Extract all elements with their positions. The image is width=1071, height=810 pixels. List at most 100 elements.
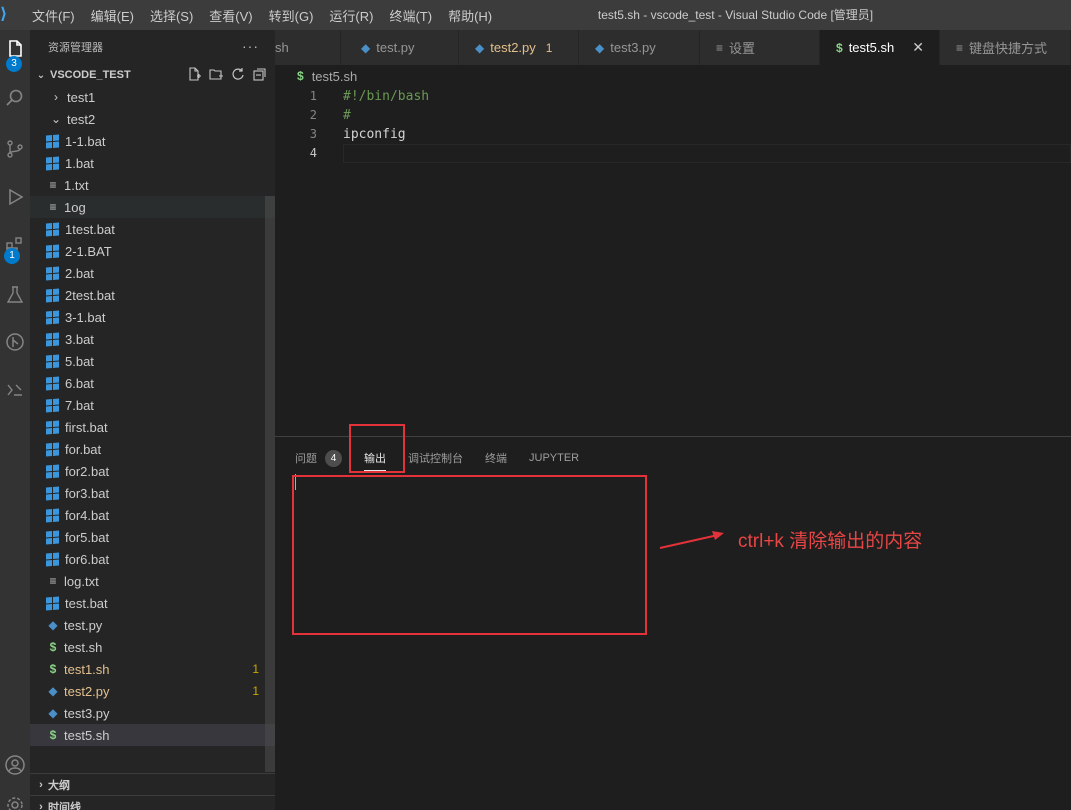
tab-terminal[interactable]: 终端	[485, 445, 507, 471]
collapse-all-icon[interactable]	[253, 67, 267, 81]
search-icon[interactable]	[0, 83, 30, 113]
settings-file-icon: ≡	[956, 40, 964, 55]
menu-run[interactable]: 运行(R)	[321, 6, 381, 25]
tree-file[interactable]: ◆ test2.py 1	[30, 680, 275, 702]
code-line: 2 #	[309, 108, 351, 123]
account-icon[interactable]	[0, 750, 30, 780]
tab-test-py[interactable]: ◆ test.py	[341, 30, 459, 65]
tree-file[interactable]: 1-1.bat	[30, 130, 275, 152]
tab-test2-py[interactable]: ◆ test2.py 1	[459, 30, 579, 65]
sidebar-scrollbar[interactable]	[265, 196, 275, 772]
windows-bat-icon	[46, 552, 59, 566]
tree-file[interactable]: ◆ test.py	[30, 614, 275, 636]
tree-file[interactable]: ◆ test3.py	[30, 702, 275, 724]
windows-bat-icon	[46, 376, 59, 390]
tree-file[interactable]: 6.bat	[30, 372, 275, 394]
tree-file[interactable]: ≡ 1.txt	[30, 174, 275, 196]
vscode-logo-icon: ⟩	[0, 6, 8, 23]
tree-file[interactable]: 7.bat	[30, 394, 275, 416]
tree-file[interactable]: $ test.sh	[30, 636, 275, 658]
new-folder-icon[interactable]	[209, 67, 223, 81]
tree-file[interactable]: 3.bat	[30, 328, 275, 350]
windows-bat-icon	[46, 508, 59, 522]
tree-file[interactable]: 5.bat	[30, 350, 275, 372]
tree-file[interactable]: test.bat	[30, 592, 275, 614]
refresh-icon[interactable]	[231, 67, 245, 81]
tab-test3-py[interactable]: ◆ test3.py	[579, 30, 700, 65]
menu-selection[interactable]: 选择(S)	[142, 6, 201, 25]
windows-bat-icon	[46, 244, 59, 258]
tree-file[interactable]: 2.bat	[30, 262, 275, 284]
highlight-output-tab-box	[349, 424, 405, 473]
chevron-right-icon: ›	[39, 800, 43, 810]
workspace-section-header[interactable]: ⌄ VSCODE_TEST	[30, 64, 275, 86]
tab-sh[interactable]: sh	[275, 30, 341, 65]
tree-file[interactable]: for5.bat	[30, 526, 275, 548]
git-graph-icon[interactable]	[0, 327, 30, 357]
tree-file[interactable]: 2-1.BAT	[30, 240, 275, 262]
tab-settings[interactable]: ≡ 设置	[700, 30, 820, 65]
menu-file[interactable]: 文件(F)	[24, 6, 83, 25]
close-icon[interactable]: ✕	[912, 39, 924, 56]
windows-bat-icon	[46, 354, 59, 368]
tab-keyboard-shortcuts[interactable]: ≡ 键盘快捷方式	[940, 30, 1071, 65]
more-actions-icon[interactable]: ···	[242, 38, 259, 54]
settings-file-icon: ≡	[716, 40, 724, 55]
menu-edit[interactable]: 编辑(E)	[83, 6, 142, 25]
menu-view[interactable]: 查看(V)	[201, 6, 260, 25]
windows-bat-icon	[46, 222, 59, 236]
tree-folder-test2[interactable]: ⌄ test2	[30, 108, 275, 130]
settings-gear-icon[interactable]	[0, 790, 30, 810]
chevron-down-icon: ⌄	[36, 69, 46, 81]
tree-file[interactable]: for2.bat	[30, 460, 275, 482]
timeline-section-header[interactable]: › 时间线	[30, 795, 275, 810]
new-file-icon[interactable]	[187, 67, 201, 81]
source-control-icon[interactable]	[0, 134, 30, 164]
tree-file[interactable]: for.bat	[30, 438, 275, 460]
tree-file[interactable]: 3-1.bat	[30, 306, 275, 328]
run-debug-icon[interactable]	[0, 182, 30, 212]
extensions-badge: 1	[4, 248, 20, 264]
windows-bat-icon	[46, 332, 59, 346]
annotation-arrow-icon	[659, 531, 724, 549]
shell-script-icon: $	[49, 662, 57, 676]
tab-jupyter[interactable]: JUPYTER	[529, 445, 579, 471]
tab-test5-sh[interactable]: $ test5.sh ✕	[820, 30, 940, 65]
menu-terminal[interactable]: 终端(T)	[381, 6, 440, 25]
tree-file[interactable]: 1.bat	[30, 152, 275, 174]
tree-file[interactable]: first.bat	[30, 416, 275, 438]
python-icon: ◆	[475, 40, 485, 55]
extensions-icon[interactable]: 1	[0, 230, 30, 264]
tree-file[interactable]: ≡ 1og	[30, 196, 275, 218]
breadcrumb[interactable]: $ test5.sh	[275, 65, 357, 87]
windows-bat-icon	[46, 266, 59, 280]
workspace-name: VSCODE_TEST	[50, 69, 131, 81]
tree-file-selected[interactable]: $ test5.sh	[30, 724, 275, 746]
title-bar: ⟩ 文件(F) 编辑(E) 选择(S) 查看(V) 转到(G) 运行(R) 终端…	[0, 0, 1071, 30]
remote-icon[interactable]	[0, 375, 30, 405]
problem-count: 1	[545, 40, 553, 55]
testing-icon[interactable]	[0, 280, 30, 310]
tree-folder-test1[interactable]: › test1	[30, 86, 275, 108]
tree-file[interactable]: for6.bat	[30, 548, 275, 570]
code-editor[interactable]: 1 #!/bin/bash 2 # 3 ipconfig 4	[275, 87, 1071, 435]
files-icon[interactable]: 3	[0, 34, 30, 72]
tree-file[interactable]: ≡ log.txt	[30, 570, 275, 592]
tree-file[interactable]: for4.bat	[30, 504, 275, 526]
windows-bat-icon	[46, 310, 59, 324]
windows-bat-icon	[46, 398, 59, 412]
menu-bar: 文件(F) 编辑(E) 选择(S) 查看(V) 转到(G) 运行(R) 终端(T…	[24, 6, 500, 25]
tree-file[interactable]: 1test.bat	[30, 218, 275, 240]
tree-file[interactable]: $ test1.sh 1	[30, 658, 275, 680]
windows-bat-icon	[46, 486, 59, 500]
python-icon: ◆	[48, 706, 58, 720]
outline-section-header[interactable]: › 大纲	[30, 773, 275, 795]
tree-file[interactable]: 2test.bat	[30, 284, 275, 306]
menu-go[interactable]: 转到(G)	[261, 6, 322, 25]
code-line: 3 ipconfig	[309, 127, 406, 142]
menu-help[interactable]: 帮助(H)	[440, 6, 500, 25]
tab-debug-console[interactable]: 调试控制台	[408, 445, 463, 471]
tree-file[interactable]: for3.bat	[30, 482, 275, 504]
python-icon: ◆	[48, 684, 58, 698]
tab-problems[interactable]: 问题 4	[295, 445, 342, 471]
